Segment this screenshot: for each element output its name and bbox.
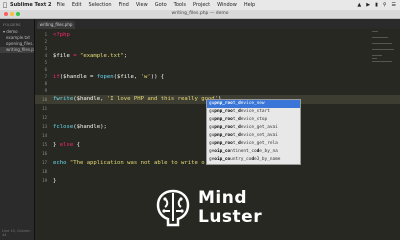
line-number-gutter: 1 2 3 4 5 6 7 8 9 10 11 12 13 14 15 16 1…	[35, 29, 49, 240]
status-text: Line 10, Column 44	[2, 229, 31, 237]
line-number: 7	[44, 74, 47, 79]
window-title: writing_files.php — demo	[171, 11, 229, 16]
watermark-line2: Luster	[198, 207, 263, 227]
line-number: 18	[42, 169, 47, 174]
line-number: 10	[42, 97, 47, 102]
menu-goto[interactable]: Goto	[155, 2, 167, 8]
sidebar-item-label: demo	[6, 29, 18, 34]
autocomplete-popup: gupnp_root_device_new gupnp_root_device_…	[206, 99, 301, 165]
line-number: 19	[42, 178, 47, 183]
mind-luster-watermark: Mind Luster	[152, 186, 262, 230]
line-number: 3	[44, 46, 47, 51]
code-token: 'w'	[140, 74, 151, 80]
line-number: 6	[44, 67, 47, 72]
menu-edit[interactable]: Edit	[72, 2, 82, 8]
brain-logo-icon	[156, 189, 190, 227]
autocomplete-item[interactable]: gupnp_root_device_stop	[207, 116, 300, 124]
code-line-current: fwrite($handle, 'I love PHP and this rea…	[53, 96, 221, 102]
code-token: echo	[53, 160, 67, 166]
code-token: ($handle);	[73, 124, 107, 130]
code-token: )) {	[150, 74, 165, 80]
autocomplete-item[interactable]: gupnp_root_device_set_avai	[207, 132, 300, 140]
line-number: 8	[44, 81, 47, 86]
code-line: } else {	[53, 142, 80, 148]
status-icons: ▲ ▶ ▮ ⚲ ☰	[357, 2, 400, 8]
code-token: fwrite	[53, 96, 74, 102]
apple-icon[interactable]: 	[0, 2, 10, 9]
menu-project[interactable]: Project	[193, 2, 210, 8]
code-token: =	[69, 53, 80, 59]
line-number: 17	[42, 160, 47, 165]
line-number: 16	[42, 151, 47, 156]
code-token: else	[59, 142, 74, 148]
code-token: }	[53, 178, 57, 184]
line-number: 4	[44, 53, 47, 58]
code-token: {	[73, 142, 80, 148]
line-number: 9	[44, 88, 47, 93]
code-token: 'I love PHP and this really good'	[106, 96, 219, 102]
menu-help[interactable]: Help	[244, 2, 255, 8]
code-token: ($handle,	[73, 96, 107, 102]
autocomplete-item[interactable]: gupnp_root_device_get_rela	[207, 140, 300, 148]
tab-bar: writing_files.php	[35, 19, 400, 29]
watermark-line1: Mind	[198, 188, 248, 208]
menu-find[interactable]: Find	[119, 2, 129, 8]
code-token: ;	[123, 53, 128, 59]
line-number: 5	[44, 60, 47, 65]
search-icon[interactable]: ⚲	[383, 2, 387, 8]
minimap[interactable]	[370, 29, 400, 149]
code-line: fclose($handle);	[53, 124, 107, 130]
menu-tools[interactable]: Tools	[174, 2, 186, 8]
sidebar-item-writing[interactable]: writing_files.php	[0, 47, 34, 53]
line-number: 14	[42, 133, 47, 138]
menu-window[interactable]: Window	[217, 2, 237, 8]
autocomplete-item[interactable]: gupnp_root_device_get_avai	[207, 124, 300, 132]
line-number: 2	[44, 39, 47, 44]
sidebar-header: FOLDERS	[3, 23, 21, 27]
sidebar: FOLDERS ▾ demo example.txt opening_files…	[0, 19, 35, 240]
code-token: if	[53, 74, 60, 80]
line-number: 15	[42, 142, 47, 147]
menu-view[interactable]: View	[136, 2, 148, 8]
wifi-icon[interactable]: ▲	[357, 2, 361, 8]
code-token: ($handle =	[59, 74, 97, 80]
code-token: $file	[53, 53, 70, 59]
code-token: }	[53, 142, 60, 148]
autocomplete-item[interactable]: geoip_continent_code_by_na	[207, 148, 300, 156]
window-titlebar: writing_files.php — demo	[0, 10, 400, 19]
menu-file[interactable]: File	[56, 2, 64, 8]
battery-icon[interactable]: ▮	[375, 2, 378, 8]
code-line: }	[53, 178, 56, 184]
code-token: ($file,	[113, 74, 141, 80]
line-number: 12	[42, 115, 47, 120]
code-token: fclose	[53, 124, 74, 130]
menu-selection[interactable]: Selection	[89, 2, 112, 8]
code-line: echo "The application was not able to wr…	[53, 160, 205, 166]
tab-writing-files[interactable]: writing_files.php	[37, 21, 75, 29]
code-token: "example.txt"	[79, 53, 124, 59]
autocomplete-item[interactable]: geoip_country_code3_by_name	[207, 156, 300, 164]
code-line: $file = "example.txt";	[53, 53, 127, 59]
volume-icon[interactable]: ▶	[366, 2, 370, 8]
line-number: 11	[42, 106, 47, 111]
menu-list-icon[interactable]: ☰	[392, 2, 396, 8]
code-token: fopen	[96, 74, 114, 80]
line-number: 13	[42, 124, 47, 129]
line-number: 1	[44, 32, 47, 37]
code-line: <?php	[53, 32, 70, 38]
menu-bar:  Sublime Text 2 File Edit Selection Fin…	[0, 0, 400, 10]
autocomplete-item[interactable]: gupnp_root_device_start	[207, 108, 300, 116]
code-token: "The application was not able to write o	[66, 160, 205, 166]
code-token: <?php	[53, 32, 70, 38]
autocomplete-item[interactable]: gupnp_root_device_new	[207, 100, 300, 108]
code-line: if($handle = fopen($file, 'w')) {	[53, 74, 164, 80]
app-name[interactable]: Sublime Text 2	[10, 2, 51, 8]
